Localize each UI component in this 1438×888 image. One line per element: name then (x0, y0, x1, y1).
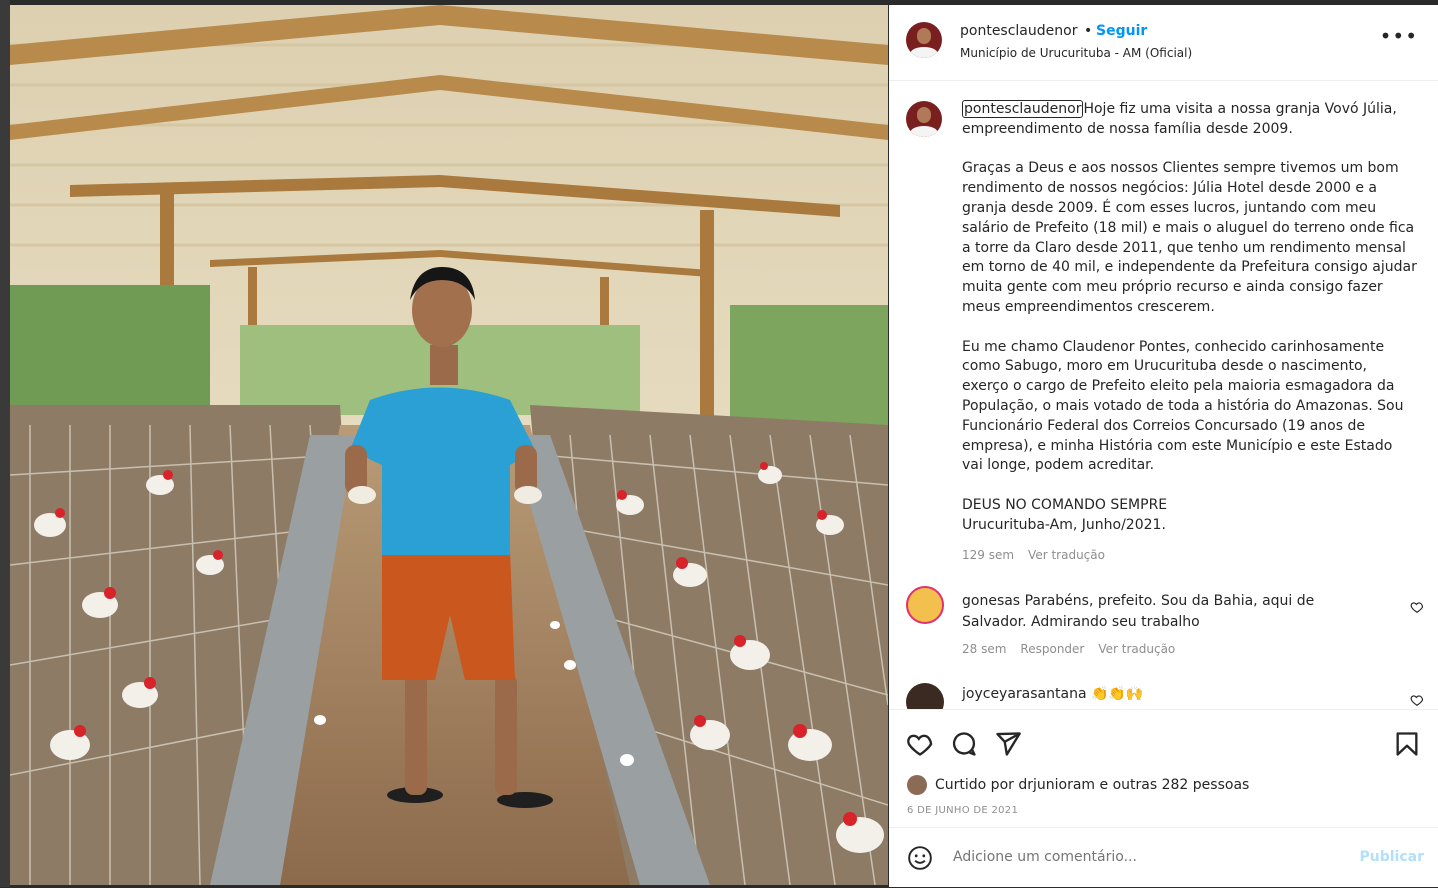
more-options-icon[interactable]: ••• (1380, 26, 1418, 46)
caption-paragraph: DEUS NO COMANDO SEMPRE (962, 496, 1168, 513)
post-caption: pontesclaudenor Hoje fiz uma visita a nos… (962, 100, 1417, 536)
comment-username[interactable]: gonesas (962, 593, 1020, 609)
caption-time[interactable]: 129 sem (962, 548, 1014, 562)
likes-connector: e (1099, 777, 1109, 793)
comment-username[interactable]: joyceyarasantana (962, 686, 1087, 702)
commenter-avatar[interactable] (906, 683, 944, 709)
comment-meta: 28 sem Responder Ver tradução (962, 642, 1175, 656)
likes-summary: Curtido por drjunioram e outras 282 pess… (907, 775, 1249, 795)
farm-photo-illustration (10, 5, 888, 885)
caption-avatar[interactable] (906, 101, 942, 137)
separator-dot: • (1084, 23, 1093, 39)
emoji-icon[interactable] (907, 845, 933, 871)
caption-paragraph: Eu me chamo Claudenor Pontes, conhecido … (962, 338, 1408, 474)
add-comment-bar: Publicar (889, 827, 1438, 888)
likes-prefix: Curtido por (935, 777, 1014, 793)
comment-text: joyceyarasantana 👏👏🙌 (962, 684, 1382, 705)
comment-like-heart-icon[interactable] (1410, 693, 1424, 707)
likes-others[interactable]: outras 282 pessoas (1113, 777, 1250, 793)
comment-like-heart-icon[interactable] (1410, 600, 1424, 614)
reply-button[interactable]: Responder (1020, 642, 1084, 656)
caption-paragraph: Graças a Deus e aos nossos Clientes semp… (962, 160, 1422, 315)
liker-avatar[interactable] (907, 775, 927, 795)
post-header: pontesclaudenor • Seguir Município de Ur… (889, 5, 1438, 81)
share-icon[interactable] (994, 730, 1022, 758)
comment-body: 👏👏🙌 (1090, 686, 1144, 702)
author-avatar[interactable] (906, 22, 942, 58)
author-username[interactable]: pontesclaudenor (960, 23, 1077, 39)
translate-link[interactable]: Ver tradução (1098, 642, 1175, 656)
comment-icon[interactable] (950, 730, 978, 758)
caption-meta: 129 sem Ver tradução (962, 548, 1105, 562)
comment-input[interactable] (951, 848, 1345, 866)
publish-button[interactable]: Publicar (1360, 849, 1425, 865)
post-photo[interactable] (10, 5, 888, 885)
commenter-avatar[interactable] (906, 586, 944, 624)
follow-button[interactable]: Seguir (1096, 23, 1147, 39)
caption-paragraph: Urucurituba-Am, Junho/2021. (962, 516, 1166, 533)
background-edge (0, 0, 10, 887)
heart-icon[interactable] (906, 730, 934, 758)
translate-link[interactable]: Ver tradução (1028, 548, 1105, 562)
bookmark-icon[interactable] (1393, 730, 1421, 758)
caption-username[interactable]: pontesclaudenor (962, 100, 1084, 118)
post-sidebar: pontesclaudenor • Seguir Município de Ur… (889, 5, 1438, 887)
liker-username[interactable]: drjunioram (1018, 777, 1095, 793)
post-actions: Curtido por drjunioram e outras 282 pess… (889, 709, 1438, 827)
post-date[interactable]: 6 DE JUNHO DE 2021 (907, 805, 1018, 816)
author-subtitle[interactable]: Município de Urucurituba - AM (Oficial) (960, 46, 1192, 60)
post-comments-area[interactable]: pontesclaudenor Hoje fiz uma visita a nos… (889, 81, 1438, 709)
comment-time[interactable]: 28 sem (962, 642, 1006, 656)
comment-text: gonesas Parabéns, prefeito. Sou da Bahia… (962, 591, 1382, 633)
